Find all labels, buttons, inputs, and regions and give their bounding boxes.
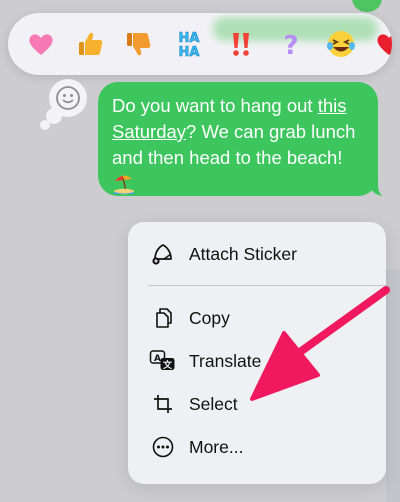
pointing-arrow-icon <box>250 286 390 401</box>
